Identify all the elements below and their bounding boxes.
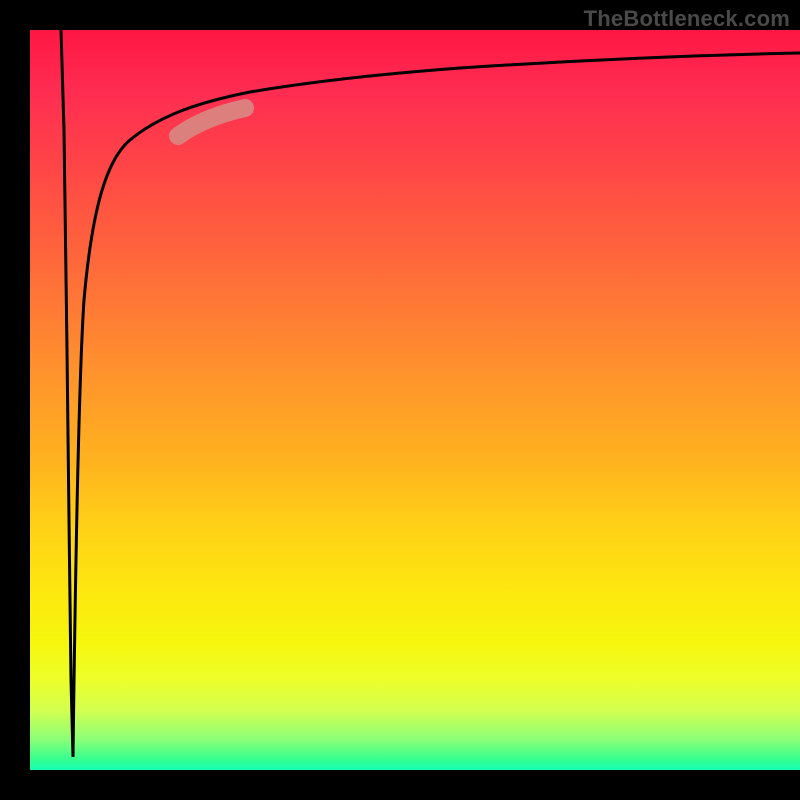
y-axis-placeholder — [0, 0, 30, 800]
chart-frame: TheBottleneck.com — [0, 0, 800, 800]
plot-area — [30, 30, 800, 770]
attribution-label: TheBottleneck.com — [584, 6, 790, 32]
x-axis-placeholder — [0, 770, 800, 800]
